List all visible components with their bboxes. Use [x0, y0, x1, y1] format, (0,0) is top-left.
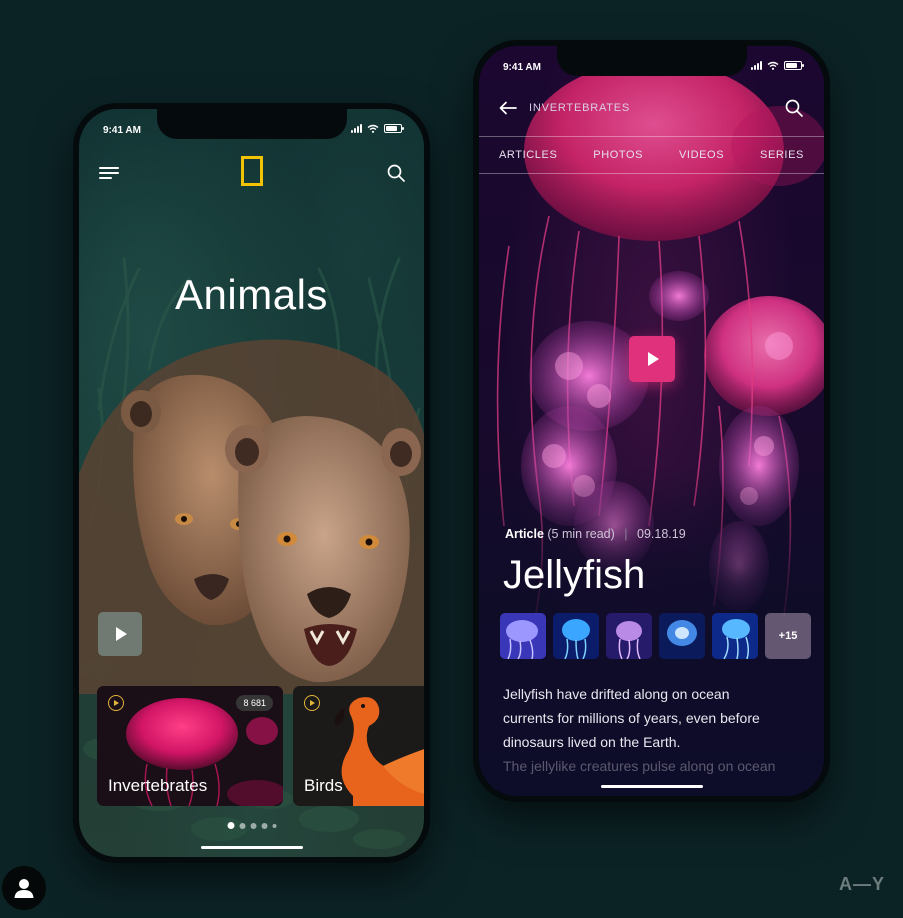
home-indicator[interactable]: [600, 785, 703, 788]
page-indicator[interactable]: [227, 822, 276, 829]
notch: [156, 109, 347, 139]
wifi-icon: [367, 124, 379, 133]
play-icon: [648, 352, 659, 366]
phone-jellyfish: 9:41 AM INVERTEBRATES ARTICLES PHOTOS VI…: [473, 40, 830, 802]
wifi-icon: [767, 61, 779, 70]
item-count-badge: 8 681: [236, 695, 273, 711]
watermark: A—Y: [838, 874, 885, 894]
page-dot[interactable]: [239, 822, 245, 829]
jellyfish-screen: 9:41 AM INVERTEBRATES ARTICLES PHOTOS VI…: [479, 46, 824, 796]
status-icons: [751, 61, 804, 70]
avatar[interactable]: [2, 866, 46, 910]
natgeo-logo[interactable]: [240, 156, 263, 186]
play-icon: [116, 627, 127, 641]
tab-series[interactable]: SERIES: [760, 149, 804, 161]
menu-icon[interactable]: [99, 167, 119, 179]
category-card-invertebrates[interactable]: 8 681 Invertebrates: [97, 686, 283, 806]
page-dot[interactable]: [227, 822, 234, 829]
page-dot[interactable]: [272, 823, 276, 828]
signal-icon: [351, 124, 362, 133]
article-body-line: Jellyfish have drifted along on ocean: [503, 686, 730, 702]
read-time: (5 min read): [547, 527, 615, 541]
article-meta: Article (5 min read) | 09.18.19: [505, 527, 686, 541]
photo-thumbnail[interactable]: [553, 613, 599, 659]
photo-thumbnails: +15: [500, 613, 811, 659]
photo-thumbnail[interactable]: [712, 613, 758, 659]
card-play-icon[interactable]: [304, 695, 320, 711]
top-bar: INVERTEBRATES: [499, 96, 804, 120]
battery-icon: [784, 61, 804, 70]
card-label: Invertebrates: [108, 776, 208, 795]
section-title: INVERTEBRATES: [529, 102, 631, 114]
meta-separator: |: [624, 527, 628, 541]
article-body: Jellyfish have drifted along on ocean cu…: [503, 682, 802, 778]
tab-videos[interactable]: VIDEOS: [679, 149, 724, 161]
article-body-faded-line: The jellylike creatures pulse along on o…: [503, 758, 776, 774]
article-body-line: currents for millions of years, even bef…: [503, 710, 760, 726]
status-time: 9:41 AM: [503, 62, 541, 73]
tab-photos[interactable]: PHOTOS: [593, 149, 643, 161]
phone-animals: 9:41 AM Animals 8 681 Invertebrates Bird…: [73, 103, 430, 863]
play-video-button[interactable]: [629, 336, 675, 382]
animals-screen: 9:41 AM Animals 8 681 Invertebrates Bird…: [79, 109, 424, 857]
search-icon[interactable]: [784, 98, 804, 118]
content-tabs: ARTICLES PHOTOS VIDEOS SERIES: [479, 136, 824, 174]
signal-icon: [751, 61, 762, 70]
card-label: Birds: [304, 776, 343, 795]
search-icon[interactable]: [386, 163, 406, 183]
status-icons: [351, 124, 404, 133]
page-dot[interactable]: [261, 822, 267, 829]
article-date: 09.18.19: [637, 527, 686, 541]
photo-thumbnail[interactable]: [500, 613, 546, 659]
category-card-birds[interactable]: Birds: [293, 686, 424, 806]
article-type: Article: [505, 527, 544, 541]
play-button[interactable]: [98, 612, 142, 656]
home-indicator[interactable]: [200, 846, 303, 849]
page-title: Animals: [175, 271, 328, 318]
battery-icon: [384, 124, 404, 133]
status-time: 9:41 AM: [103, 125, 141, 136]
more-photos-button[interactable]: +15: [765, 613, 811, 659]
card-play-icon[interactable]: [108, 695, 124, 711]
page-dot[interactable]: [250, 822, 256, 829]
tab-articles[interactable]: ARTICLES: [499, 149, 557, 161]
notch: [556, 46, 747, 76]
back-arrow-icon[interactable]: [499, 101, 517, 115]
photo-thumbnail[interactable]: [606, 613, 652, 659]
user-icon: [14, 879, 34, 898]
article-title: Jellyfish: [503, 553, 646, 597]
article-body-line: dinosaurs lived on the Earth.: [503, 734, 681, 750]
photo-thumbnail[interactable]: [659, 613, 705, 659]
